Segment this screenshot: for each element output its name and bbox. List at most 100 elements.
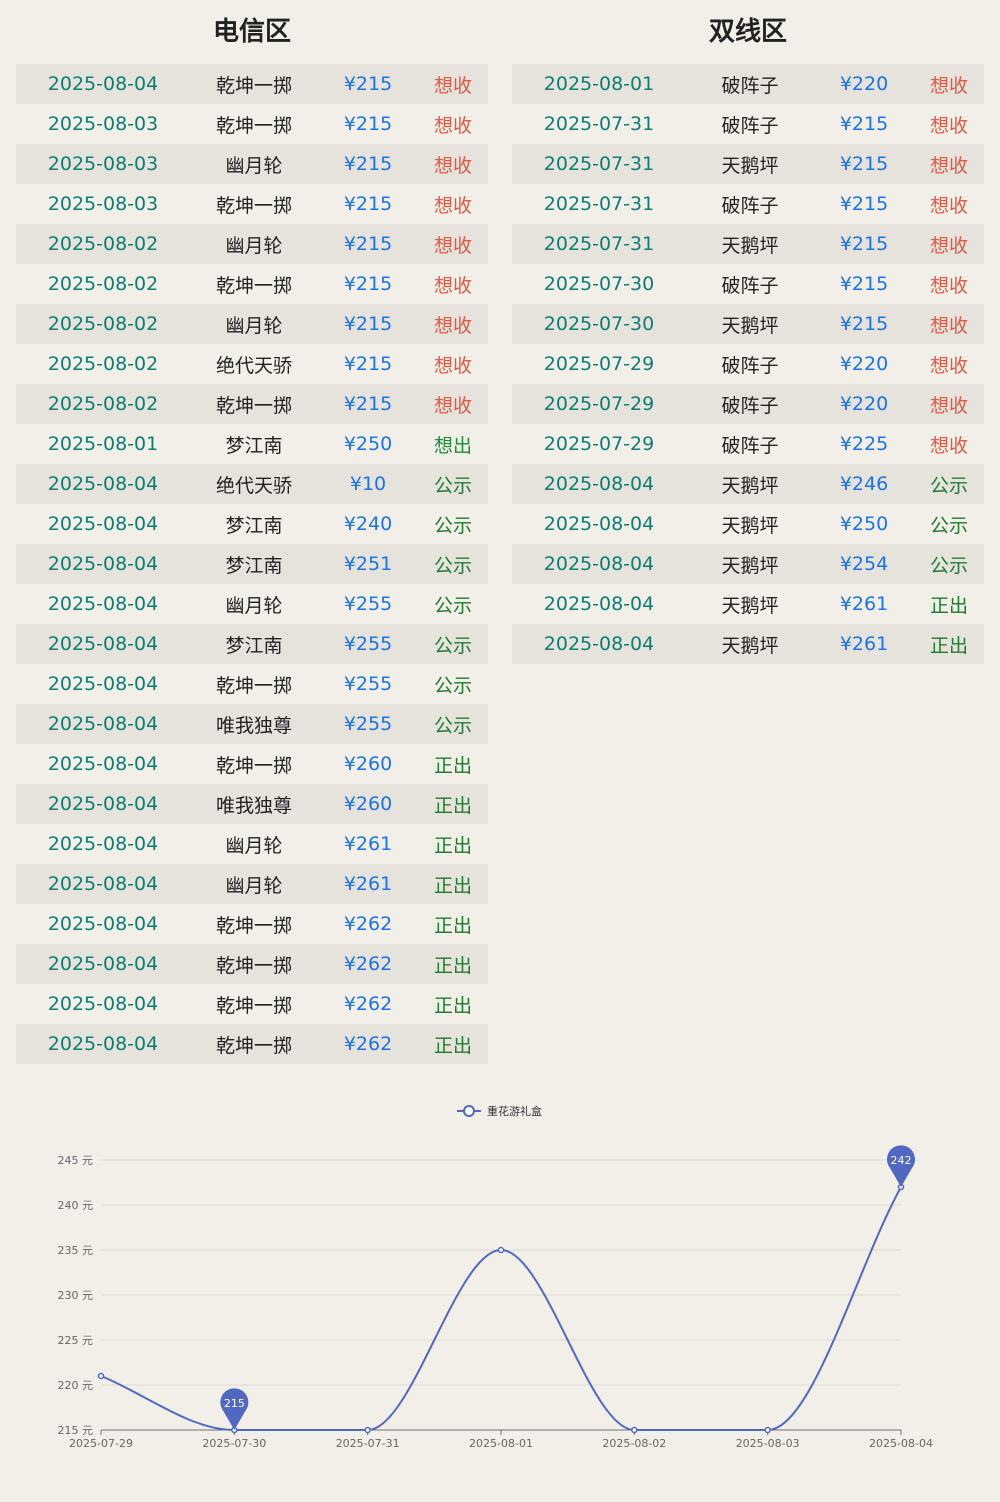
row-date: 2025-07-30 (543, 313, 655, 335)
row-type: 公示 (929, 474, 968, 497)
table-row: 2025-08-04 梦江南 ¥251 公示 (16, 544, 488, 584)
row-price: ¥262 (343, 993, 393, 1015)
marker-label: 215 (224, 1397, 245, 1410)
row-price: ¥215 (839, 273, 889, 295)
row-type: 正出 (433, 874, 472, 897)
row-price: ¥215 (343, 233, 393, 255)
row-price: ¥220 (839, 393, 889, 415)
table-row: 2025-08-04 乾坤一掷 ¥262 正出 (16, 904, 488, 944)
row-price: ¥255 (343, 673, 393, 695)
table-row: 2025-08-03 幽月轮 ¥215 想收 (16, 144, 488, 184)
row-date: 2025-07-31 (543, 113, 655, 135)
row-price: ¥215 (343, 393, 393, 415)
row-price: ¥255 (343, 713, 393, 735)
row-date: 2025-08-02 (47, 273, 159, 295)
row-price: ¥215 (343, 73, 393, 95)
table-row: 2025-08-04 乾坤一掷 ¥262 正出 (16, 944, 488, 984)
table-row: 2025-08-04 幽月轮 ¥261 正出 (16, 864, 488, 904)
row-date: 2025-08-02 (47, 233, 159, 255)
row-type: 想收 (929, 434, 968, 457)
row-server: 幽月轮 (225, 314, 283, 337)
row-server: 唯我独尊 (215, 714, 292, 737)
table-row: 2025-07-29 破阵子 ¥225 想收 (512, 424, 984, 464)
dual-table: 2025-08-01 破阵子 ¥220 想收 2025-07-31 破阵子 ¥215 想收 20… (512, 64, 984, 664)
row-server: 天鹅坪 (721, 514, 779, 537)
table-row: 2025-08-01 梦江南 ¥250 想出 (16, 424, 488, 464)
table-row: 2025-07-31 天鹅坪 ¥215 想收 (512, 224, 984, 264)
row-price: ¥261 (343, 873, 393, 895)
row-date: 2025-08-04 (47, 913, 159, 935)
telecom-title: 电信区 (212, 17, 291, 47)
table-row: 2025-07-29 破阵子 ¥220 想收 (512, 384, 984, 424)
row-type: 想收 (929, 394, 968, 417)
row-type: 公示 (433, 474, 472, 497)
row-date: 2025-07-29 (543, 433, 655, 455)
row-server: 梦江南 (225, 514, 283, 537)
row-server: 天鹅坪 (721, 634, 779, 657)
table-row: 2025-08-04 天鹅坪 ¥246 公示 (512, 464, 984, 504)
row-type: 想收 (929, 274, 968, 297)
row-date: 2025-08-02 (47, 313, 159, 335)
row-server: 乾坤一掷 (215, 114, 292, 137)
row-type: 正出 (433, 794, 472, 817)
row-price: ¥262 (343, 1033, 393, 1055)
price-line-chart: 重花游礼盒 215 元 220 元 225 元 230 元 235 元 240 元 245 元… (58, 1104, 933, 1450)
row-server: 破阵子 (721, 394, 779, 417)
row-date: 2025-08-03 (47, 113, 159, 135)
row-price: ¥215 (343, 273, 393, 295)
row-server: 乾坤一掷 (215, 954, 292, 977)
row-date: 2025-07-31 (543, 233, 655, 255)
row-price: ¥215 (343, 353, 393, 375)
table-row: 2025-07-29 破阵子 ¥220 想收 (512, 344, 984, 384)
row-server: 幽月轮 (225, 834, 283, 857)
table-row: 2025-07-31 破阵子 ¥215 想收 (512, 104, 984, 144)
row-server: 天鹅坪 (721, 154, 779, 177)
row-date: 2025-08-04 (47, 513, 159, 535)
row-price: ¥250 (343, 433, 393, 455)
row-price: ¥215 (343, 153, 393, 175)
row-type: 想收 (433, 394, 472, 417)
row-type: 正出 (433, 834, 472, 857)
row-date: 2025-08-01 (543, 73, 655, 95)
table-row: 2025-08-04 天鹅坪 ¥261 正出 (512, 584, 984, 624)
row-date: 2025-08-04 (47, 1033, 159, 1055)
table-row: 2025-08-04 天鹅坪 ¥261 正出 (512, 624, 984, 664)
row-server: 天鹅坪 (721, 474, 779, 497)
x-tick-label: 2025-07-31 (336, 1437, 400, 1450)
row-type: 正出 (929, 634, 968, 657)
row-server: 天鹅坪 (721, 314, 779, 337)
table-row: 2025-08-04 幽月轮 ¥255 公示 (16, 584, 488, 624)
row-price: ¥250 (839, 513, 889, 535)
row-date: 2025-08-03 (47, 193, 159, 215)
row-server: 破阵子 (721, 354, 779, 377)
table-row: 2025-08-04 天鹅坪 ¥254 公示 (512, 544, 984, 584)
x-tick-label: 2025-08-02 (602, 1437, 666, 1450)
row-server: 梦江南 (225, 554, 283, 577)
row-date: 2025-08-02 (47, 393, 159, 415)
table-row: 2025-08-04 梦江南 ¥255 公示 (16, 624, 488, 664)
price-tables: 电信区 2025-08-04 乾坤一掷 ¥215 想收 2025-08-03 乾坤一掷 ¥2… (0, 0, 1000, 1080)
data-point (497, 1246, 505, 1254)
x-tick-label: 2025-08-03 (736, 1437, 800, 1450)
row-price: ¥260 (343, 793, 393, 815)
row-date: 2025-07-31 (543, 193, 655, 215)
row-server: 梦江南 (225, 634, 283, 657)
row-date: 2025-08-04 (47, 873, 159, 895)
row-server: 乾坤一掷 (215, 394, 292, 417)
row-date: 2025-07-29 (543, 393, 655, 415)
dual-column: 双线区 2025-08-01 破阵子 ¥220 想收 2025-07-31 破阵子 ¥215… (512, 0, 984, 664)
row-price: ¥10 (349, 473, 387, 495)
row-price: ¥215 (343, 113, 393, 135)
row-server: 唯我独尊 (215, 794, 292, 817)
row-price: ¥251 (343, 553, 393, 575)
table-row: 2025-08-04 天鹅坪 ¥250 公示 (512, 504, 984, 544)
row-server: 破阵子 (721, 74, 779, 97)
row-date: 2025-08-04 (543, 513, 655, 535)
row-type: 想收 (929, 234, 968, 257)
row-date: 2025-08-04 (47, 673, 159, 695)
y-tick-label: 245 元 (58, 1154, 94, 1167)
table-row: 2025-07-31 破阵子 ¥215 想收 (512, 184, 984, 224)
table-row: 2025-08-03 乾坤一掷 ¥215 想收 (16, 184, 488, 224)
legend-label: 重花游礼盒 (487, 1104, 542, 1118)
table-row: 2025-08-02 幽月轮 ¥215 想收 (16, 304, 488, 344)
